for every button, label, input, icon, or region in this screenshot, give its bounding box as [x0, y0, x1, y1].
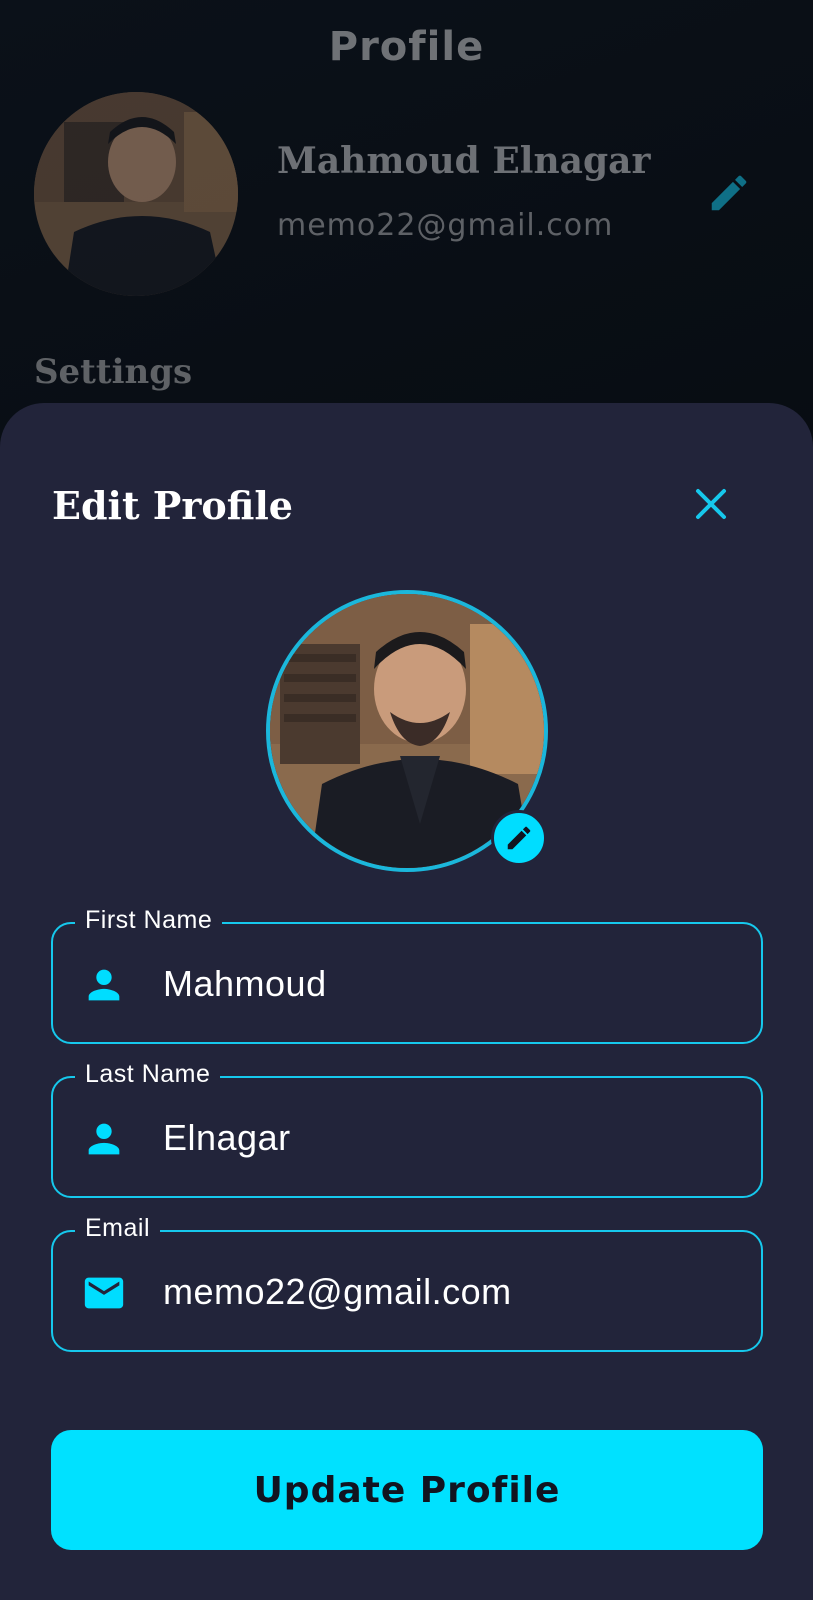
profile-user-name: Mahmoud Elnagar	[277, 140, 651, 182]
sheet-title: Edit Profile	[52, 483, 293, 528]
update-profile-label: Update Profile	[253, 1469, 561, 1511]
profile-user-email: memo22@gmail.com	[277, 208, 614, 243]
profile-screen: Profile Mahmoud Elnagar memo22@gmail.com…	[0, 0, 813, 1600]
profile-avatar	[34, 92, 238, 296]
last-name-label: Last Name	[75, 1060, 221, 1089]
page-title: Profile	[328, 24, 485, 70]
edit-profile-pencil-icon[interactable]	[706, 170, 752, 216]
last-name-field[interactable]: Last Name	[51, 1060, 763, 1198]
avatar-picker[interactable]	[266, 590, 548, 872]
first-name-label: First Name	[75, 906, 223, 935]
email-input[interactable]	[163, 1260, 743, 1324]
email-field[interactable]: Email	[51, 1214, 763, 1352]
person-icon	[81, 1116, 127, 1162]
close-icon	[696, 489, 726, 519]
first-name-field[interactable]: First Name	[51, 906, 763, 1044]
close-button[interactable]	[688, 481, 734, 527]
edit-profile-sheet: Edit Profile First Name Mahmoud Last Nam…	[0, 403, 813, 1600]
mail-icon	[81, 1270, 127, 1316]
email-label: Email	[75, 1214, 161, 1243]
pencil-icon	[507, 826, 531, 850]
last-name-input[interactable]	[163, 1106, 743, 1170]
person-icon	[81, 962, 127, 1008]
first-name-input[interactable]	[163, 952, 743, 1016]
change-photo-button[interactable]	[491, 810, 547, 866]
settings-heading: Settings	[34, 352, 193, 392]
update-profile-button[interactable]: Update Profile	[51, 1430, 763, 1550]
